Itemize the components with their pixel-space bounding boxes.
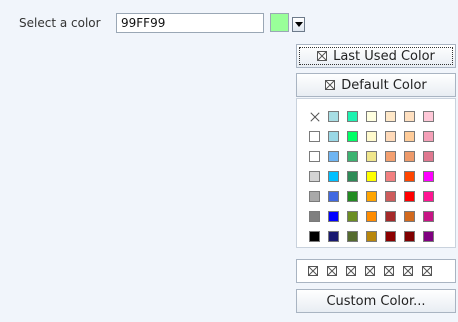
color-swatch[interactable] <box>404 151 415 162</box>
color-swatch[interactable] <box>366 131 377 142</box>
no-color-icon <box>317 51 328 61</box>
color-swatch[interactable] <box>309 151 320 162</box>
color-swatch[interactable] <box>328 191 339 202</box>
color-swatch[interactable] <box>347 131 358 142</box>
color-swatch[interactable] <box>423 171 434 182</box>
color-swatch[interactable] <box>347 231 358 242</box>
recent-color-slot[interactable] <box>308 266 318 276</box>
color-swatch[interactable] <box>366 211 377 222</box>
color-swatch[interactable] <box>366 231 377 242</box>
color-swatch[interactable] <box>366 171 377 182</box>
color-palette-grid <box>309 111 434 242</box>
color-swatch[interactable] <box>328 171 339 182</box>
recent-color-slot[interactable] <box>365 266 375 276</box>
color-swatch[interactable] <box>404 191 415 202</box>
color-swatch[interactable] <box>309 171 320 182</box>
color-swatch[interactable] <box>385 211 396 222</box>
color-swatch[interactable] <box>328 111 339 122</box>
color-swatch[interactable] <box>328 231 339 242</box>
color-hex-input[interactable] <box>116 13 264 33</box>
color-swatch[interactable] <box>309 191 320 202</box>
color-swatch[interactable] <box>366 191 377 202</box>
default-color-button[interactable]: Default Color <box>296 73 456 97</box>
color-swatch[interactable] <box>347 211 358 222</box>
color-swatch[interactable] <box>423 231 434 242</box>
color-preview-swatch <box>270 13 289 32</box>
color-dropdown-button[interactable] <box>292 17 305 32</box>
custom-color-label: Custom Color... <box>326 293 426 309</box>
color-swatch[interactable] <box>309 131 320 142</box>
color-swatch[interactable] <box>404 131 415 142</box>
recent-colors-row <box>296 259 456 283</box>
color-swatch[interactable] <box>309 211 320 222</box>
color-swatch[interactable] <box>347 171 358 182</box>
color-swatch[interactable] <box>423 131 434 142</box>
chevron-down-icon <box>294 22 303 27</box>
recent-color-slot[interactable] <box>327 266 337 276</box>
color-swatch[interactable] <box>385 151 396 162</box>
default-color-label: Default Color <box>341 77 427 93</box>
color-swatch[interactable] <box>309 231 320 242</box>
custom-color-button[interactable]: Custom Color... <box>296 289 456 313</box>
color-palette <box>296 98 456 248</box>
color-swatch[interactable] <box>385 191 396 202</box>
color-swatch[interactable] <box>385 111 396 122</box>
color-picker-popup: Last Used Color Default Color Custom Col… <box>296 40 458 322</box>
color-swatch[interactable] <box>423 111 434 122</box>
recent-color-slot[interactable] <box>346 266 356 276</box>
color-swatch[interactable] <box>328 151 339 162</box>
select-color-label: Select a color <box>19 16 101 30</box>
color-swatch[interactable] <box>404 231 415 242</box>
color-swatch[interactable] <box>385 131 396 142</box>
no-color-icon <box>325 80 336 90</box>
last-used-color-button[interactable]: Last Used Color <box>296 44 456 68</box>
color-swatch[interactable] <box>347 151 358 162</box>
last-used-color-label: Last Used Color <box>333 48 435 64</box>
color-swatch[interactable] <box>328 131 339 142</box>
recent-color-slot[interactable] <box>384 266 394 276</box>
color-swatch[interactable] <box>366 151 377 162</box>
color-swatch[interactable] <box>423 211 434 222</box>
color-swatch[interactable] <box>385 231 396 242</box>
color-swatch[interactable] <box>347 111 358 122</box>
recent-color-slot[interactable] <box>403 266 413 276</box>
color-swatch[interactable] <box>366 111 377 122</box>
color-swatch[interactable] <box>404 211 415 222</box>
color-swatch[interactable] <box>347 191 358 202</box>
recent-color-slot[interactable] <box>422 266 432 276</box>
no-color-swatch[interactable] <box>309 111 320 122</box>
color-swatch[interactable] <box>404 171 415 182</box>
color-swatch[interactable] <box>404 111 415 122</box>
color-swatch[interactable] <box>423 191 434 202</box>
color-swatch[interactable] <box>328 211 339 222</box>
color-swatch[interactable] <box>423 151 434 162</box>
color-swatch[interactable] <box>385 171 396 182</box>
